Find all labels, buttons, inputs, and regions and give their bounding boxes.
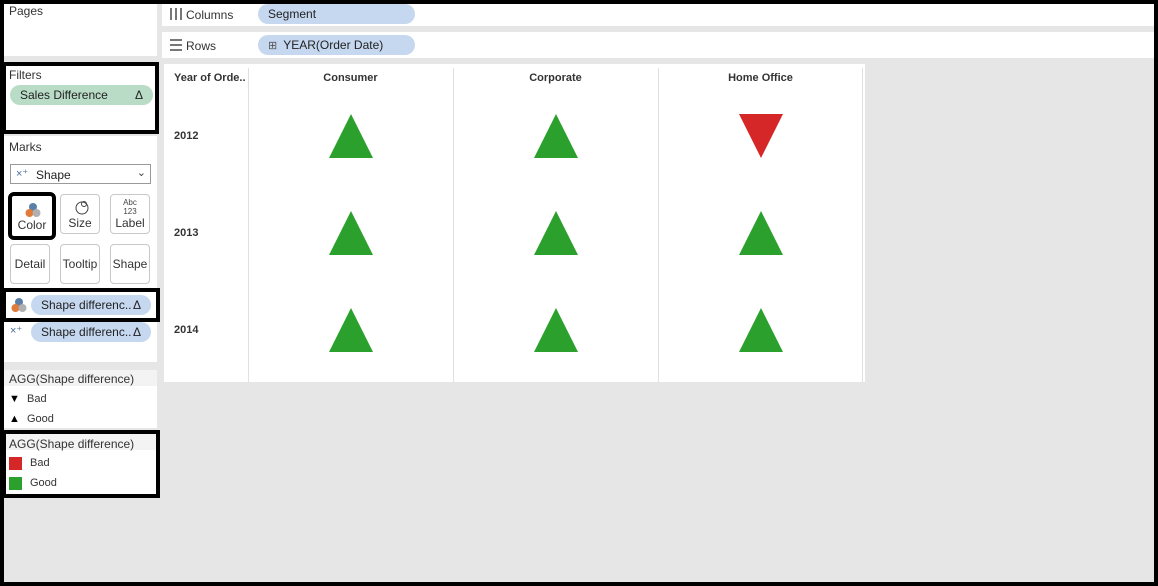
rows-shelf: Rows ⊞ YEAR(Order Date) (162, 32, 1154, 58)
shape-mark-good-up-triangle[interactable] (738, 210, 783, 255)
color-button-label: Color (17, 218, 47, 232)
shape-legend-title: AGG(Shape difference) (9, 372, 135, 386)
row-header[interactable]: 2012 (174, 130, 198, 142)
columns-shelf: Columns Segment (162, 4, 1154, 26)
segment-pill[interactable]: Segment (258, 4, 415, 24)
mark-type-select[interactable]: ×⁺ Shape ⌄ (10, 164, 151, 184)
shape-legend-header: AGG(Shape difference) (4, 370, 157, 386)
size-button-label: Size (68, 216, 92, 230)
pages-title: Pages (9, 4, 44, 18)
delta-icon: Δ (132, 325, 141, 339)
shape-legend-label: Good (27, 413, 54, 425)
row-header-title: Year of Orde.. (174, 72, 246, 84)
marks-card: Marks ×⁺ Shape ⌄ Color Size Abc 123 Labe… (4, 136, 160, 362)
shape-legend-item-good[interactable]: ▲ Good (9, 411, 54, 427)
shape-mark-good-up-triangle[interactable] (328, 210, 373, 255)
delta-icon: Δ (134, 88, 143, 102)
filters-title: Filters (9, 68, 42, 82)
shape-legend-label: Bad (27, 393, 47, 405)
shape-mark-good-up-triangle[interactable] (533, 307, 578, 352)
color-palette-icon (25, 203, 41, 217)
shape-field-pill[interactable]: Shape differenc.. Δ (31, 322, 151, 342)
color-legend-item-good[interactable]: Good (9, 475, 57, 491)
legend-swatch-green (9, 476, 22, 490)
detail-button-label: Detail (14, 257, 46, 271)
divider (862, 68, 863, 382)
divider (248, 68, 249, 382)
down-triangle-icon: ▼ (9, 393, 20, 405)
shape-encoding-row: ×⁺ Shape differenc.. Δ (4, 322, 158, 346)
tableau-workspace: Pages Filters Sales Difference Δ Marks ×… (4, 4, 1154, 582)
tooltip-button-label: Tooltip (62, 257, 98, 271)
color-palette-icon (11, 298, 27, 312)
color-field-pill[interactable]: Shape differenc.. Δ (31, 295, 151, 315)
shape-button-label: Shape (112, 257, 148, 271)
size-icon (75, 201, 89, 215)
shape-legend: AGG(Shape difference) ▼ Bad ▲ Good (4, 370, 157, 428)
shape-button[interactable]: Shape (110, 244, 150, 284)
shape-mark-icon: ×⁺ (10, 325, 23, 337)
shape-field-label: Shape differenc.. (41, 325, 132, 339)
mark-type-value: Shape (36, 168, 71, 182)
color-legend-title: AGG(Shape difference) (9, 437, 135, 451)
shape-mark-good-up-triangle[interactable] (738, 307, 783, 352)
filter-pill-sales-difference[interactable]: Sales Difference Δ (10, 85, 153, 105)
viz-area: Year of Orde.. Consumer Corporate Home Off… (164, 64, 865, 382)
row-header[interactable]: 2014 (174, 324, 198, 336)
label-button[interactable]: Abc 123 Label (110, 194, 150, 234)
label-button-label: Label (115, 216, 145, 230)
left-pane: Pages Filters Sales Difference Δ Marks ×… (4, 4, 160, 582)
color-encoding-row: Shape differenc.. Δ (4, 288, 160, 322)
columns-label: Columns (186, 8, 234, 22)
color-field-label: Shape differenc.. (41, 298, 132, 312)
delta-icon: Δ (132, 298, 141, 312)
shape-mark-good-up-triangle[interactable] (328, 307, 373, 352)
abc-123-icon: Abc 123 (123, 198, 137, 216)
segment-pill-label: Segment (268, 7, 317, 21)
column-header[interactable]: Consumer (248, 72, 453, 84)
shape-mark-good-up-triangle[interactable] (533, 113, 578, 158)
columns-icon (170, 8, 182, 20)
shape-mark-bad-down-triangle[interactable] (738, 113, 783, 158)
column-header[interactable]: Corporate (453, 72, 658, 84)
column-header[interactable]: Home Office (658, 72, 863, 84)
chevron-down-icon: ⌄ (136, 167, 146, 179)
expand-icon: ⊞ (268, 40, 278, 52)
color-legend-header: AGG(Shape difference) (6, 434, 156, 451)
color-legend-item-bad[interactable]: Bad (9, 455, 50, 471)
pages-card: Pages (4, 4, 157, 56)
color-legend-label: Bad (30, 457, 50, 469)
detail-button[interactable]: Detail (10, 244, 50, 284)
tooltip-button[interactable]: Tooltip (60, 244, 100, 284)
color-legend-label: Good (30, 477, 57, 489)
year-order-date-pill[interactable]: ⊞ YEAR(Order Date) (258, 35, 415, 55)
divider (453, 68, 454, 382)
shape-legend-item-bad[interactable]: ▼ Bad (9, 391, 47, 407)
filters-card: Filters Sales Difference Δ (4, 62, 159, 134)
shape-mark-icon: ×⁺ (16, 168, 29, 180)
filter-pill-label: Sales Difference (20, 88, 108, 102)
up-triangle-icon: ▲ (9, 413, 20, 425)
color-button[interactable]: Color (8, 192, 56, 240)
shape-mark-good-up-triangle[interactable] (533, 210, 578, 255)
shape-mark-good-up-triangle[interactable] (328, 113, 373, 158)
marks-title: Marks (9, 140, 42, 154)
year-pill-label: YEAR(Order Date) (283, 38, 384, 52)
rows-icon (170, 39, 182, 51)
color-legend: AGG(Shape difference) Bad Good (4, 430, 160, 498)
size-button[interactable]: Size (60, 194, 100, 234)
legend-swatch-red (9, 456, 22, 470)
row-header[interactable]: 2013 (174, 227, 198, 239)
rows-label: Rows (186, 39, 217, 53)
divider (658, 68, 659, 382)
